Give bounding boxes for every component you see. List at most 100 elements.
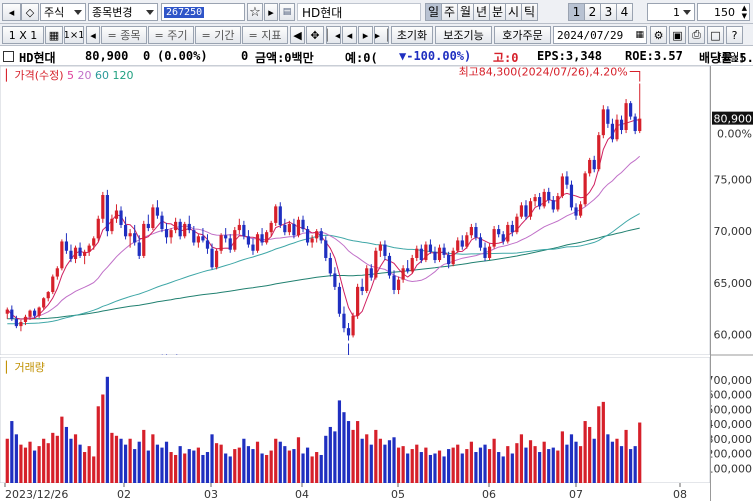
candle-body [164,229,169,238]
candle-body [19,321,23,327]
order-button[interactable]: 호가주문 [494,26,551,44]
chart-area[interactable]: ▏가격(수정) 5 20 60 120 최고84,300(2024/07/26),… [0,66,753,501]
x-tick-label: 02 [117,488,131,501]
select-checkbox[interactable] [3,51,14,62]
preset-tab-0[interactable]: 1 [568,3,585,21]
help-button[interactable]: ? [726,26,743,44]
volume-bar [597,406,601,483]
volume-bar [178,446,182,483]
scroll-right-button[interactable]: ▸ [358,26,373,44]
volume-bar [474,452,478,483]
candle-body [160,215,164,230]
volume-bar [369,444,373,483]
candle-body [624,103,628,130]
volume-bar [278,441,282,483]
print-button[interactable]: ⎙ [688,26,705,44]
candle-body [137,242,141,256]
volume-bar [383,444,387,483]
candle-body [396,279,401,290]
grid-layout-label: 1×1 [64,29,84,41]
collapse-button[interactable]: ◀ [290,26,305,44]
candle-body [237,224,241,231]
count-spinner[interactable]: 150 ▲ ▼ [697,3,750,21]
candle [560,173,564,199]
candle-body [196,236,200,243]
candle-body [619,119,624,130]
stock-info-button[interactable]: ▤ [279,3,295,21]
settings-button[interactable]: ⚙ [650,26,667,44]
layout-button[interactable]: 1 X 1 [2,26,44,44]
preset-tab-2[interactable]: 3 [600,3,617,21]
volume-bar [228,456,232,483]
volume-bar [342,412,346,483]
period-tab-4[interactable]: 분 [489,3,506,21]
pct-label: 0.00% [717,128,752,141]
x-tick-label: 04 [295,488,309,501]
volume-bar [265,454,269,483]
scroll-start-button[interactable]: ▏◂ [326,26,341,44]
reset-button[interactable]: 초기화 [391,26,433,44]
date-input[interactable]: 2024/07/29 ▦ [553,26,647,44]
stock-tab[interactable]: = 종목 [101,26,147,44]
grid-icon-button[interactable]: ▦ [45,26,63,44]
volume-bar [401,446,405,483]
period-tab-6[interactable]: 틱 [521,3,538,21]
move-button[interactable]: ✥ [306,26,324,44]
period-tab-3[interactable]: 년 [473,3,490,21]
volume-pane[interactable]: ▏거래량 [0,357,710,483]
volume-bar [101,394,105,483]
chevron-right-icon: ▸ [268,5,274,19]
aux-button[interactable]: 보조기능 [435,26,492,44]
window-button[interactable]: □ [707,26,724,44]
info-high: 고:0 [493,51,519,65]
volume-bar [46,443,50,483]
candle-body [410,257,414,272]
price-pane[interactable]: ▏가격(수정) 5 20 60 120 최고84,300(2024/07/26),… [0,66,710,355]
preset-tab-3[interactable]: 4 [616,3,633,21]
preset-tab-1[interactable]: 2 [584,3,601,21]
candle-body [260,234,264,243]
interval-select[interactable]: 1 [647,3,695,21]
candle-body [460,240,464,247]
list-prev-button[interactable]: ◂ [86,26,100,44]
days-badge: [1일] [718,51,744,64]
triangle-left-icon: ◀ [293,28,302,42]
grid-layout-button[interactable]: 1×1 [64,26,84,44]
scroll-button[interactable]: ▸ [264,3,278,21]
candle-body [483,247,487,258]
market-select[interactable]: 주식 [40,3,86,21]
volume-bar [10,421,14,483]
stock-code-input[interactable]: 267250 [161,3,245,21]
volume-bar [196,447,200,483]
period-tab-2[interactable]: 월 [457,3,474,21]
candle-body [383,244,387,256]
window-icon: □ [710,28,721,42]
candle-body [146,223,150,229]
save-button[interactable]: ▣ [669,26,686,44]
stock-change-select[interactable]: 종목변경 [88,3,158,21]
range-tab[interactable]: = 기간 [195,26,241,44]
volume-bar [73,434,78,483]
candle-body [142,223,146,256]
nav-button[interactable]: ◇ [21,3,39,21]
candle-body [201,236,205,241]
volume-bar [610,441,615,483]
volume-bar [574,441,578,483]
period-tab-1[interactable]: 주 [441,3,458,21]
scroll-end-button[interactable]: ▸▕ [374,26,389,44]
candle-body [542,191,546,207]
prev-arrow-button[interactable]: ◂ [2,3,21,21]
favorite-button[interactable]: ☆ [247,3,263,21]
period-tab-5[interactable]: 시 [505,3,522,21]
volume-bar [305,447,310,483]
indicator-tab[interactable]: = 지표 [242,26,288,44]
scroll-left-button[interactable]: ◂ [342,26,357,44]
candle [274,204,278,226]
volume-bar [69,438,73,483]
cycle-tab[interactable]: = 주기 [148,26,194,44]
candle-body [333,273,337,287]
volume-bar [569,434,574,483]
aux-label: 보조기능 [443,29,484,42]
volume-bar [447,449,451,483]
period-tab-0[interactable]: 일 [425,3,442,21]
